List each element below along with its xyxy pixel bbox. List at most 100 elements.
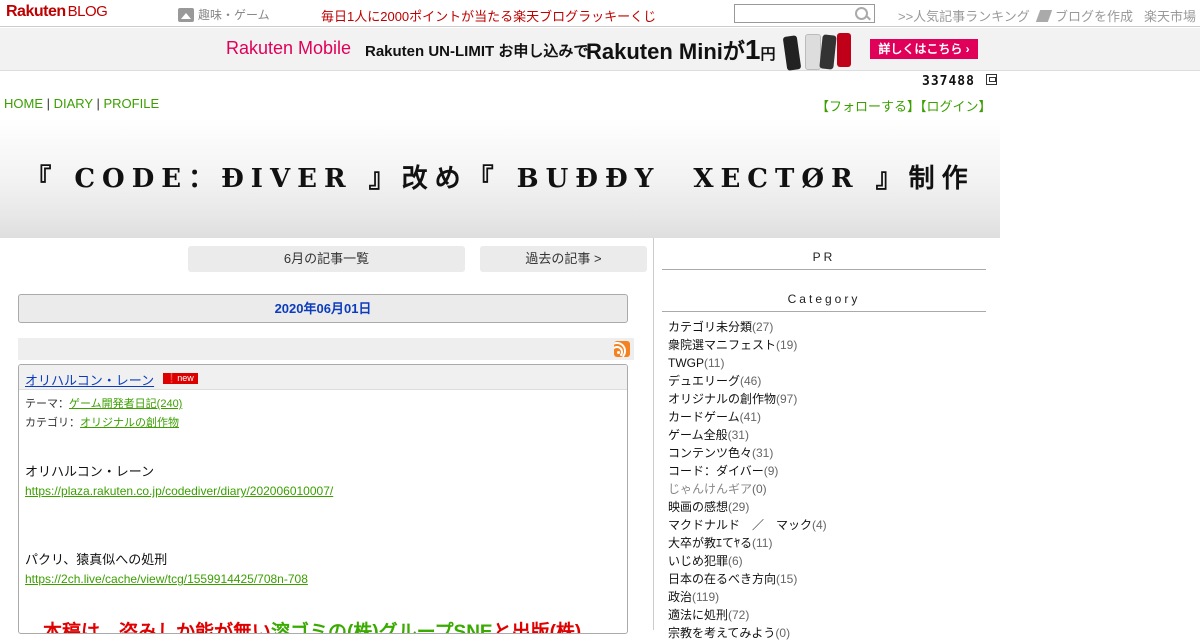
genre-label: 趣味・ゲーム — [198, 8, 270, 22]
nav-profile[interactable]: PROFILE — [103, 96, 159, 111]
blog-title[interactable]: 『 CODE：ĐIVER 』改め『 BUĐĐY XECTØR 』制作 — [0, 158, 1000, 195]
pencil-icon — [1035, 10, 1053, 22]
image-icon — [178, 8, 194, 22]
pr-heading: PR — [662, 250, 986, 270]
category-count: (11) — [704, 356, 725, 370]
category-count: (6) — [728, 554, 743, 568]
theme-link[interactable]: ゲーム開発者日記(240) — [69, 398, 182, 410]
category-count: (119) — [692, 590, 720, 604]
category-count: (31) — [752, 446, 774, 460]
entry-theme: テーマ：ゲーム開発者日記(240) — [25, 395, 182, 411]
top-bar: Rakuten BLOG 趣味・ゲーム 毎日1人に2000ポイントが当たる楽天ブロ… — [0, 0, 1200, 27]
category-count: (15) — [776, 572, 798, 586]
entry-title[interactable]: オリハルコン・レーン — [25, 370, 154, 389]
search-input[interactable] — [734, 4, 875, 23]
category-item[interactable]: 適法に処刑(72) — [668, 606, 827, 624]
category-name: 大卒が教ｴてﾔる — [668, 536, 753, 550]
phones-image — [782, 32, 855, 71]
login-link[interactable]: 【ログイン】 — [920, 99, 992, 114]
category-item[interactable]: 大卒が教ｴてﾔる(11) — [668, 534, 827, 552]
category-name: 適法に処刑 — [668, 608, 729, 622]
rakuten-market-link[interactable]: 楽天市場 — [1144, 6, 1196, 25]
category-item[interactable]: TWGP(11) — [668, 354, 827, 372]
category-item[interactable]: デュエリーグ(46) — [668, 372, 827, 390]
entry-paragraph: オリハルコン・レーン — [25, 464, 155, 479]
category-name: コード：ダイバー — [668, 464, 764, 478]
category-name: 衆院選マニフェスト — [668, 338, 777, 352]
nav-separator: | — [92, 96, 104, 111]
category-heading: Category — [662, 292, 986, 312]
counter-icon[interactable] — [986, 74, 997, 85]
category-name: TWGP — [668, 356, 704, 370]
category-count: (0) — [775, 626, 791, 640]
ad-brand: Rakuten Mobile — [226, 38, 352, 58]
category-item[interactable]: 政治(119) — [668, 588, 827, 606]
category-name: じゃんけんギア — [668, 482, 753, 496]
entry-category: カテゴリ：オリジナルの創作物 — [25, 414, 179, 430]
emphasis-green: 溶ゴミの(株)グループSNE — [271, 622, 493, 634]
category-item[interactable]: オリジナルの創作物(97) — [668, 390, 827, 408]
ad-unlimit-text: Rakuten UN-LIMIT お申し込みで — [365, 43, 589, 60]
nav-home[interactable]: HOME — [4, 96, 43, 111]
emphasis-red: 本稿は、盗みしか能が無い — [43, 622, 272, 634]
category-link[interactable]: オリジナルの創作物 — [80, 417, 179, 429]
category-name: カテゴリ未分類 — [668, 320, 753, 334]
rss-wave-outer — [614, 342, 626, 357]
category-item[interactable]: 映画の感想(29) — [668, 498, 827, 516]
entry-header: オリハルコン・レーン ❗new — [19, 365, 627, 390]
follow-login: 【フォローする】【ログイン】 — [816, 96, 992, 115]
category-item[interactable]: カードゲーム(41) — [668, 408, 827, 426]
category-item[interactable]: 宗教を考えてみよう(0) — [668, 624, 827, 642]
date-heading: 2020年06月01日 — [18, 294, 628, 323]
past-articles-button[interactable]: 過去の記事 > — [480, 246, 647, 272]
ad-details-button[interactable]: 詳しくはこちら › — [870, 39, 978, 59]
logo-suffix: BLOG — [67, 3, 108, 20]
category-count: (31) — [727, 428, 749, 442]
category-name: 宗教を考えてみよう — [668, 626, 776, 640]
theme-label: テーマ： — [25, 398, 69, 410]
ranking-link[interactable]: >>人気記事ランキング — [898, 6, 1030, 25]
nav-diary[interactable]: DIARY — [54, 96, 93, 111]
new-badge-label: new — [177, 373, 194, 383]
category-item[interactable]: 日本の在るべき方向(15) — [668, 570, 827, 588]
category-count: (9) — [763, 464, 779, 478]
entry-link[interactable]: https://plaza.rakuten.co.jp/codediver/di… — [25, 484, 333, 498]
lucky-draw-link[interactable]: 毎日1人に2000ポイントが当たる楽天ブログラッキーくじ — [321, 6, 656, 25]
category-item[interactable]: カテゴリ未分類(27) — [668, 318, 827, 336]
rakuten-blog-logo[interactable]: Rakuten BLOG — [6, 3, 108, 21]
category-item[interactable]: マクドナルド ／ マック(4) — [668, 516, 827, 534]
month-list-button[interactable]: 6月の記事一覧 — [188, 246, 465, 272]
category-item[interactable]: 衆院選マニフェスト(19) — [668, 336, 827, 354]
category-name: マクドナルド ／ マック — [668, 518, 813, 532]
nav-separator: | — [43, 96, 54, 111]
blog-header: 『 CODE：ĐIVER 』改め『 BUĐĐY XECTØR 』制作 — [0, 118, 1000, 238]
follow-link[interactable]: 【フォローする】 — [816, 99, 920, 114]
category-count: (29) — [728, 500, 750, 514]
category-item[interactable]: いじめ犯罪(6) — [668, 552, 827, 570]
emphasis-red-2: と出版(株) — [492, 622, 582, 634]
create-blog-link[interactable]: ブログを作成 — [1035, 6, 1133, 25]
category-item[interactable]: ゲーム全般(31) — [668, 426, 827, 444]
genre-link[interactable]: 趣味・ゲーム — [178, 6, 270, 23]
category-list: カテゴリ未分類(27) 衆院選マニフェスト(19) TWGP(11) デュエリーグ(4… — [668, 318, 827, 642]
ad-mini-label: Rakuten Miniが — [586, 39, 745, 64]
entry-emphasis: 本稿は、盗みしか能が無い溶ゴミの(株)グループSNEと出版(株) — [43, 617, 582, 634]
category-item[interactable]: じゃんけんギア(0) — [668, 480, 827, 498]
category-count: (4) — [812, 518, 827, 532]
ad-banner[interactable]: Rakuten Mobile Rakuten UN-LIMIT お申し込みで R… — [0, 28, 1200, 71]
access-counter: 337488 — [922, 74, 975, 89]
category-count: (46) — [740, 374, 762, 388]
column-divider — [653, 238, 654, 630]
new-badge-icon: ❗ — [166, 373, 178, 383]
category-name: いじめ犯罪 — [668, 554, 729, 568]
rss-icon[interactable] — [614, 341, 630, 357]
category-count: (97) — [776, 392, 798, 406]
entry-link[interactable]: https://2ch.live/cache/view/tcg/15599144… — [25, 572, 308, 586]
category-item[interactable]: コード：ダイバー(9) — [668, 462, 827, 480]
category-item[interactable]: コンテンツ色々(31) — [668, 444, 827, 462]
ad-mini-text: Rakuten Miniが1円 — [586, 34, 776, 66]
category-name: オリジナルの創作物 — [668, 392, 777, 406]
phone-black-image — [782, 35, 802, 71]
search-icon[interactable] — [855, 7, 868, 20]
category-name: 政治 — [668, 590, 693, 604]
